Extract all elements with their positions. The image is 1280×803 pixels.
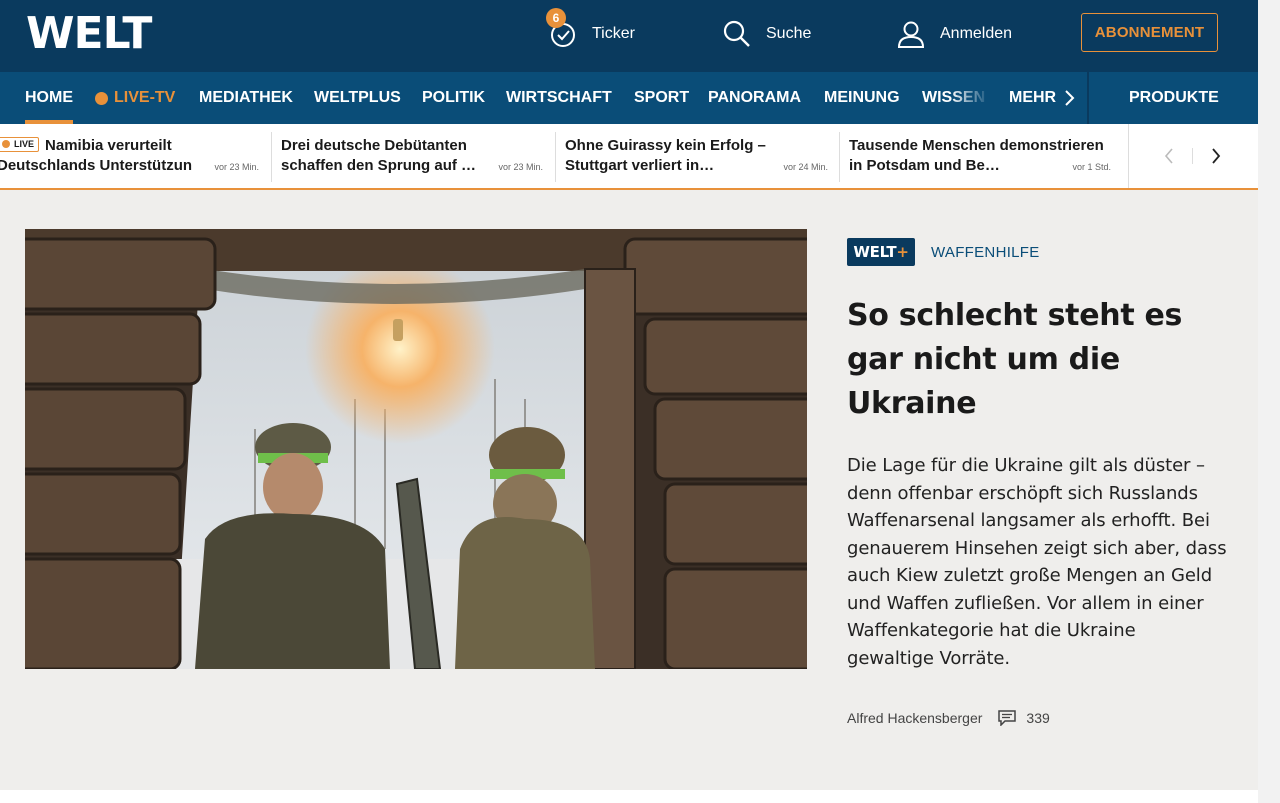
- nav-meinung-label: MEINUNG: [824, 89, 900, 106]
- ticker-item-time: vor 1 Std.: [1068, 162, 1111, 172]
- nav-fade: [950, 72, 990, 124]
- user-icon: [897, 21, 925, 48]
- arrow-divider: [1192, 148, 1193, 164]
- nav-weltplus-label: WELTPLUS: [314, 89, 401, 106]
- nav-politik[interactable]: POLITIK: [422, 72, 485, 124]
- login-button[interactable]: Anmelden: [896, 18, 1012, 50]
- ticker-item-time: vor 23 Min.: [494, 162, 543, 172]
- nav-live-tv[interactable]: LIVE-TV: [95, 72, 175, 124]
- comment-count: 339: [1026, 710, 1050, 726]
- page-gutter: [1258, 0, 1280, 803]
- nav-home-label: HOME: [25, 89, 73, 106]
- ticker-item-time: vor 23 Min.: [210, 162, 259, 172]
- article-kicker: WELT + WAFFENHILFE: [847, 238, 1227, 266]
- chevron-right-icon: [1065, 90, 1075, 106]
- subscribe-button[interactable]: ABONNEMENT: [1081, 13, 1218, 52]
- article-meta: Alfred Hackensberger 339: [847, 710, 1050, 726]
- main-content: WELT + WAFFENHILFE So schlecht steht es g…: [0, 190, 1258, 790]
- ticker-item-line1: LIVE Namibia verurteilt: [0, 136, 259, 156]
- hero-image[interactable]: [25, 229, 807, 669]
- search-icon: [723, 20, 750, 47]
- weltplus-badge-text: WELT: [853, 243, 897, 261]
- live-dot-icon: [95, 91, 108, 105]
- ticker-label: Ticker: [592, 25, 635, 42]
- ticker-item-line1: Drei deutsche Debütanten: [281, 137, 467, 154]
- ticker-count-badge: 6: [546, 8, 566, 28]
- nav-home[interactable]: HOME: [25, 72, 73, 124]
- article-headline[interactable]: So schlecht steht es gar nicht um die Uk…: [847, 294, 1227, 426]
- nav-mehr[interactable]: MEHR: [1009, 72, 1076, 124]
- chevron-right-icon: [1212, 148, 1221, 164]
- nav-live-tv-label: LIVE-TV: [114, 89, 176, 106]
- ticker-item-time: vor 24 Min.: [779, 162, 828, 172]
- ticker-prev-button[interactable]: [1159, 146, 1179, 166]
- hero-photo: [25, 229, 807, 669]
- login-label: Anmelden: [940, 25, 1013, 42]
- article-author[interactable]: Alfred Hackensberger: [847, 710, 982, 726]
- welt-logo[interactable]: WELT: [26, 10, 152, 58]
- search-label: Suche: [766, 25, 812, 42]
- nav-mediathek-label: MEDIATHEK: [199, 89, 293, 106]
- nav-panorama-label: PANORAMA: [708, 89, 802, 106]
- top-header: WELT 6 Ticker Suche Anmelden ABONNEMENT: [0, 0, 1258, 72]
- ticker-item[interactable]: Ohne Guirassy kein Erfolg – Stuttgart ve…: [565, 136, 828, 180]
- news-ticker: LIVE Namibia verurteilt Deutschlands Unte…: [0, 124, 1258, 190]
- ticker-separator: [839, 132, 840, 182]
- main-nav: HOME LIVE-TV MEDIATHEK WELTPLUS POLITIK …: [0, 72, 1258, 124]
- nav-sport[interactable]: SPORT: [634, 72, 689, 124]
- ticker-arrows: [1128, 124, 1258, 188]
- search-button[interactable]: Suche: [722, 18, 811, 50]
- ticker-item[interactable]: Drei deutsche Debütanten schaffen den Sp…: [281, 136, 543, 180]
- ticker-item-title: Namibia verurteilt: [45, 137, 172, 154]
- nav-meinung[interactable]: MEINUNG: [824, 72, 900, 124]
- nav-weltplus[interactable]: WELTPLUS: [314, 72, 401, 124]
- ticker-separator: [555, 132, 556, 182]
- weltplus-plus: +: [896, 243, 909, 261]
- nav-wirtschaft-label: WIRTSCHAFT: [506, 89, 612, 106]
- nav-mediathek[interactable]: MEDIATHEK: [199, 72, 293, 124]
- ticker-button[interactable]: 6 Ticker: [546, 8, 635, 50]
- nav-mehr-label: MEHR: [1009, 89, 1057, 106]
- ticker-next-button[interactable]: [1206, 146, 1226, 166]
- nav-panorama[interactable]: PANORAMA: [708, 72, 801, 124]
- nav-produkte-label: PRODUKTE: [1129, 89, 1219, 106]
- live-badge: LIVE: [0, 136, 40, 152]
- ticker-item[interactable]: Tausende Menschen demonstrieren in Potsd…: [849, 136, 1111, 180]
- ticker-item-line1: Ohne Guirassy kein Erfolg –: [565, 137, 766, 154]
- comment-icon: [998, 710, 1017, 726]
- nav-wirtschaft[interactable]: WIRTSCHAFT: [506, 72, 612, 124]
- live-badge-label: LIVE: [14, 139, 35, 149]
- ticker-item-line1: Tausende Menschen demonstrieren: [849, 137, 1104, 154]
- ticker-item-line2: schaffen den Sprung auf …: [281, 157, 477, 174]
- ticker-item-line2: in Potsdam und Be…: [849, 157, 1000, 174]
- ticker-separator: [271, 132, 272, 182]
- ticker-item[interactable]: LIVE Namibia verurteilt Deutschlands Unte…: [0, 136, 259, 180]
- nav-politik-label: POLITIK: [422, 89, 486, 106]
- chevron-left-icon: [1164, 148, 1173, 164]
- ticker-item-line2: Stuttgart verliert in…: [565, 157, 715, 174]
- article-lead: Die Lage für die Ukraine gilt als düster…: [847, 455, 1227, 669]
- nav-produkte[interactable]: PRODUKTE: [1129, 72, 1219, 124]
- article-teaser[interactable]: WELT + WAFFENHILFE So schlecht steht es g…: [847, 238, 1227, 672]
- nav-divider: [1087, 72, 1089, 124]
- nav-sport-label: SPORT: [634, 89, 690, 106]
- kicker-topic[interactable]: WAFFENHILFE: [931, 244, 1040, 261]
- comments-link[interactable]: 339: [998, 710, 1050, 726]
- weltplus-badge: WELT +: [847, 238, 915, 266]
